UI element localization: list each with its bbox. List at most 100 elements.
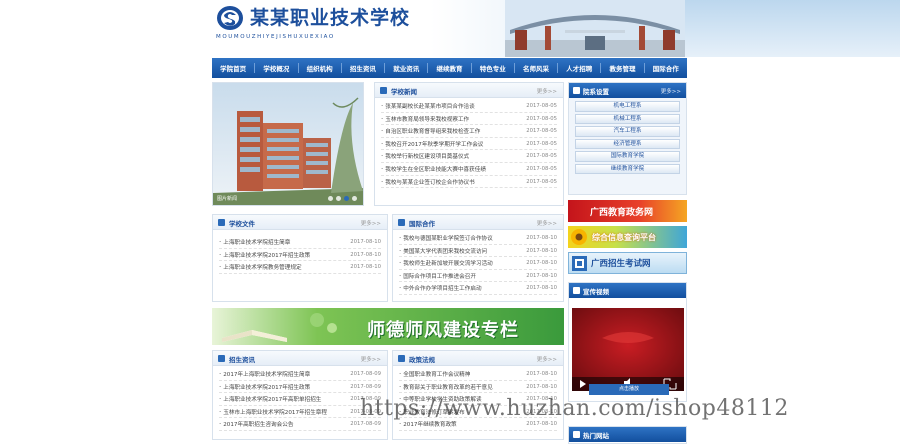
department-button[interactable]: 机械工程系	[575, 113, 680, 124]
nav-admissions[interactable]: 招生资讯	[342, 63, 386, 73]
nav-teachers[interactable]: 名师风采	[515, 63, 559, 73]
guangxi-exam-banner[interactable]: 广西招生考试网	[568, 252, 687, 274]
policy-more-link[interactable]: 更多>>	[537, 355, 557, 363]
department-button[interactable]: 国际教育学院	[575, 151, 680, 162]
nav-continuing-ed[interactable]: 继续教育	[428, 63, 472, 73]
news-title[interactable]: 上海职业技术学院2017年招生政策	[223, 385, 310, 391]
video-player[interactable]	[572, 308, 684, 391]
school-docs-title[interactable]: 学校文件	[229, 218, 255, 228]
slide-dot[interactable]	[352, 196, 357, 201]
video-title[interactable]: 宣传视频	[583, 286, 609, 296]
news-title[interactable]: 我校与某某企业签订校企合作协议书	[385, 180, 475, 186]
hot-sites-icon	[573, 431, 580, 438]
school-docs-more-link[interactable]: 更多>>	[361, 219, 381, 227]
school-news-title[interactable]: 学校新闻	[391, 86, 417, 96]
departments-more-link[interactable]: 更多>>	[661, 87, 681, 95]
news-title[interactable]: 上海职业技术学院教务管理规定	[223, 265, 301, 271]
news-title[interactable]: 我校与德国某职业学院签订合作协议	[403, 236, 493, 242]
list-item[interactable]: 我校与某某企业签订校企合作协议书 2017-08-05	[381, 176, 557, 189]
news-title[interactable]: 上海职业技术学院招生简章	[223, 240, 290, 246]
info-query-banner[interactable]: 综合信息查询平台	[568, 226, 687, 248]
admissions-title[interactable]: 招生资讯	[229, 354, 255, 364]
news-title[interactable]: 国际合作项目工作推进会召开	[403, 274, 476, 280]
list-item[interactable]: 职业教育法修订草案发布 2017-08-10	[399, 406, 557, 419]
news-title[interactable]: 上海职业技术学院2017年高职单招招生	[223, 397, 321, 403]
departments-icon	[573, 87, 580, 94]
news-title[interactable]: 2017年继续教育政策	[403, 422, 456, 428]
departments-list: 机电工程系 机械工程系 汽车工程系 经济管理系 国际教育学院 继续教育学院	[569, 98, 686, 174]
list-item[interactable]: 我校学生在全区职业技能大赛中喜获佳绩 2017-08-05	[381, 163, 557, 176]
nav-recruitment[interactable]: 人才招聘	[558, 63, 602, 73]
department-button[interactable]: 机电工程系	[575, 101, 680, 112]
list-item[interactable]: 我校召开2017年秋季学期开学工作会议 2017-08-05	[381, 138, 557, 151]
intl-coop-more-link[interactable]: 更多>>	[537, 219, 557, 227]
news-title[interactable]: 我校举行新校区建设项目奠基仪式	[385, 154, 469, 160]
hot-sites-title[interactable]: 热门网站	[583, 430, 609, 440]
news-title[interactable]: 2017年上海职业技术学院招生简章	[223, 372, 310, 378]
departments-title[interactable]: 院系设置	[583, 86, 609, 96]
nav-academic-affairs[interactable]: 教务管理	[601, 63, 645, 73]
department-button[interactable]: 汽车工程系	[575, 126, 680, 137]
news-title[interactable]: 职业教育法修订草案发布	[403, 410, 465, 416]
list-item[interactable]: 上海职业技术学院2017年招生政策 2017-08-10	[219, 249, 381, 262]
slide-dot[interactable]	[336, 196, 341, 201]
news-title[interactable]: 玉林市上海职业技术学院2017年招生章程	[223, 410, 327, 416]
news-title[interactable]: 上海职业技术学院2017年招生政策	[223, 253, 310, 259]
department-button[interactable]: 继续教育学院	[575, 163, 680, 174]
policy-title[interactable]: 政策法规	[409, 354, 435, 364]
nav-international[interactable]: 国际合作	[645, 63, 687, 73]
list-item[interactable]: 2017年高职招生咨询会公告 2017-08-09	[219, 418, 381, 431]
nav-employment[interactable]: 就业资讯	[385, 63, 429, 73]
list-item[interactable]: 全国职业教育工作会议精神 2017-08-10	[399, 368, 557, 381]
nav-featured-majors[interactable]: 特色专业	[472, 63, 515, 73]
list-item[interactable]: 美国某大学代表团来我校交流访问 2017-08-10	[399, 245, 557, 258]
nav-overview[interactable]: 学校概况	[255, 63, 299, 73]
news-title[interactable]: 自治区职业教育督导组来我校检查工作	[385, 129, 480, 135]
list-item[interactable]: 玉林市教育局领导来我校视察工作 2017-08-05	[381, 113, 557, 126]
news-title[interactable]: 张某某副校长赴某某市项目合作洽谈	[385, 104, 475, 110]
news-title[interactable]: 教育部关于职业教育改革的若干意见	[403, 385, 493, 391]
news-title[interactable]: 中外合作办学项目招生工作启动	[403, 286, 481, 292]
news-title[interactable]: 我校召开2017年秋季学期开学工作会议	[385, 142, 483, 148]
news-title[interactable]: 玉林市教育局领导来我校视察工作	[385, 117, 469, 123]
news-title[interactable]: 2017年高职招生咨询会公告	[223, 422, 293, 428]
list-item[interactable]: 上海职业技术学院招生简章 2017-08-10	[219, 236, 381, 249]
ethics-banner-title: 师德师风建设专栏	[367, 320, 519, 341]
list-item[interactable]: 上海职业技术学院2017年招生政策 2017-08-09	[219, 381, 381, 394]
department-button[interactable]: 经济管理系	[575, 138, 680, 149]
intl-coop-title[interactable]: 国际合作	[409, 218, 435, 228]
list-item[interactable]: 中等职业学校学生资助政策解读 2017-08-10	[399, 393, 557, 406]
list-item[interactable]: 国际合作项目工作推进会召开 2017-08-10	[399, 270, 557, 283]
photo-slideshow[interactable]: 图片新闻	[212, 82, 364, 206]
list-item[interactable]: 2017年上海职业技术学院招生简章 2017-08-09	[219, 368, 381, 381]
video-caption-button[interactable]: 点击播放	[589, 384, 669, 395]
news-title[interactable]: 美国某大学代表团来我校交流访问	[403, 249, 487, 255]
list-item[interactable]: 自治区职业教育督导组来我校检查工作 2017-08-05	[381, 125, 557, 138]
list-item[interactable]: 中外合作办学项目招生工作启动 2017-08-10	[399, 282, 557, 295]
list-item[interactable]: 上海职业技术学院2017年高职单招招生 2017-08-09	[219, 393, 381, 406]
admissions-more-link[interactable]: 更多>>	[361, 355, 381, 363]
list-item[interactable]: 我校师生赴新加坡开展交流学习活动 2017-08-10	[399, 257, 557, 270]
list-item[interactable]: 上海职业技术学院教务管理规定 2017-08-10	[219, 261, 381, 274]
slide-dot-active[interactable]	[344, 196, 349, 201]
news-title[interactable]: 全国职业教育工作会议精神	[403, 372, 470, 378]
list-item[interactable]: 2017年继续教育政策 2017-08-10	[399, 418, 557, 431]
nav-home[interactable]: 学院首页	[212, 63, 256, 73]
list-item[interactable]: 张某某副校长赴某某市项目合作洽谈 2017-08-05	[381, 100, 557, 113]
school-name[interactable]: 某某职业技术学校	[250, 3, 410, 30]
school-news-more-link[interactable]: 更多>>	[537, 87, 557, 95]
exam-logo-icon	[572, 256, 587, 271]
news-title[interactable]: 我校学生在全区职业技能大赛中喜获佳绩	[385, 167, 486, 173]
guangxi-education-banner[interactable]: 广西教育政务网	[568, 200, 687, 222]
list-item[interactable]: 我校与德国某职业学院签订合作协议 2017-08-10	[399, 232, 557, 245]
slide-dot[interactable]	[328, 196, 333, 201]
news-title[interactable]: 我校师生赴新加坡开展交流学习活动	[403, 261, 493, 267]
list-item[interactable]: 玉林市上海职业技术学院2017年招生章程 2017-08-09	[219, 406, 381, 419]
news-title[interactable]: 中等职业学校学生资助政策解读	[403, 397, 481, 403]
list-item[interactable]: 教育部关于职业教育改革的若干意见 2017-08-10	[399, 381, 557, 394]
list-item[interactable]: 我校举行新校区建设项目奠基仪式 2017-08-05	[381, 150, 557, 163]
news-date: 2017-08-05	[526, 140, 557, 147]
ethics-column-banner[interactable]: 师德师风建设专栏	[212, 308, 564, 345]
school-logo-icon[interactable]	[216, 5, 244, 31]
nav-organization[interactable]: 组织机构	[299, 63, 342, 73]
